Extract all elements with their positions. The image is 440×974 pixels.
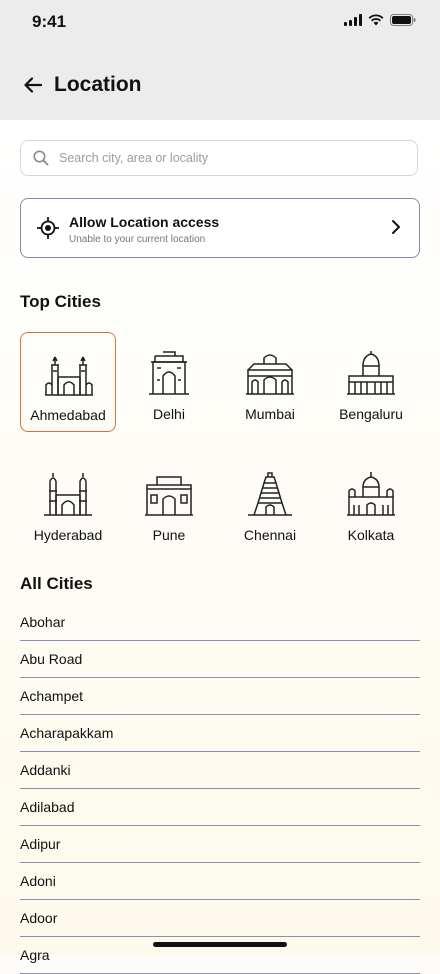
bengaluru-monument-icon — [347, 351, 395, 395]
allow-location-title: Allow Location access — [69, 214, 220, 230]
city-name: Bengaluru — [339, 406, 403, 422]
list-item[interactable]: Addanki — [20, 752, 420, 789]
arrow-left-icon — [24, 77, 42, 93]
battery-icon — [390, 14, 416, 26]
content: Allow Location access Unable to your cur… — [0, 120, 440, 974]
cellular-signal-icon — [344, 14, 362, 26]
all-cities-heading: All Cities — [20, 574, 93, 593]
delhi-monument-icon — [149, 351, 189, 395]
search-icon — [33, 150, 49, 166]
city-name: Chennai — [243, 527, 297, 543]
pune-monument-icon — [145, 476, 193, 516]
city-name: Hyderabad — [33, 527, 103, 543]
list-item[interactable]: Abohar — [20, 604, 420, 641]
search-bar[interactable] — [20, 140, 418, 176]
list-item[interactable]: Adilabad — [20, 789, 420, 826]
city-kolkata[interactable]: Kolkata — [323, 453, 419, 553]
home-indicator — [153, 942, 287, 947]
list-item[interactable]: Adoni — [20, 863, 420, 900]
ahmedabad-monument-icon — [45, 356, 93, 396]
page-title: Location — [54, 73, 142, 96]
city-name: Mumbai — [245, 406, 295, 422]
list-item[interactable]: Abu Road — [20, 641, 420, 678]
status-time: 9:41 — [32, 12, 67, 31]
city-name: Ahmedabad — [30, 407, 106, 423]
allow-location-card[interactable]: Allow Location access Unable to your cur… — [20, 198, 420, 258]
list-item[interactable]: Adipur — [20, 826, 420, 863]
list-item[interactable]: Achampet — [20, 678, 420, 715]
all-cities-list: Abohar Abu Road Achampet Acharapakkam Ad… — [20, 604, 420, 974]
chennai-temple-icon — [248, 472, 292, 516]
city-delhi[interactable]: Delhi — [121, 332, 217, 432]
hyderabad-monument-icon — [44, 473, 92, 516]
city-mumbai[interactable]: Mumbai — [222, 332, 318, 432]
city-ahmedabad[interactable]: Ahmedabad — [20, 332, 116, 432]
top-app-bar: 9:41 Location — [0, 0, 440, 120]
list-item[interactable]: Adoor — [20, 900, 420, 937]
status-icons — [344, 14, 416, 26]
list-item[interactable]: Acharapakkam — [20, 715, 420, 752]
city-name: Delhi — [153, 406, 185, 422]
search-input[interactable] — [57, 150, 401, 166]
city-chennai[interactable]: Chennai — [222, 453, 318, 553]
my-location-icon — [37, 217, 59, 239]
kolkata-monument-icon — [347, 472, 395, 516]
mumbai-monument-icon — [246, 354, 294, 395]
wifi-icon — [368, 14, 384, 26]
city-bengaluru[interactable]: Bengaluru — [323, 332, 419, 432]
city-name: Kolkata — [347, 527, 395, 543]
chevron-right-icon — [392, 220, 400, 234]
city-hyderabad[interactable]: Hyderabad — [20, 453, 116, 553]
back-button[interactable] — [20, 72, 46, 98]
city-name: Pune — [152, 527, 186, 543]
allow-location-subtitle: Unable to your current location — [69, 234, 206, 245]
top-cities-heading: Top Cities — [20, 292, 101, 311]
city-pune[interactable]: Pune — [121, 453, 217, 553]
